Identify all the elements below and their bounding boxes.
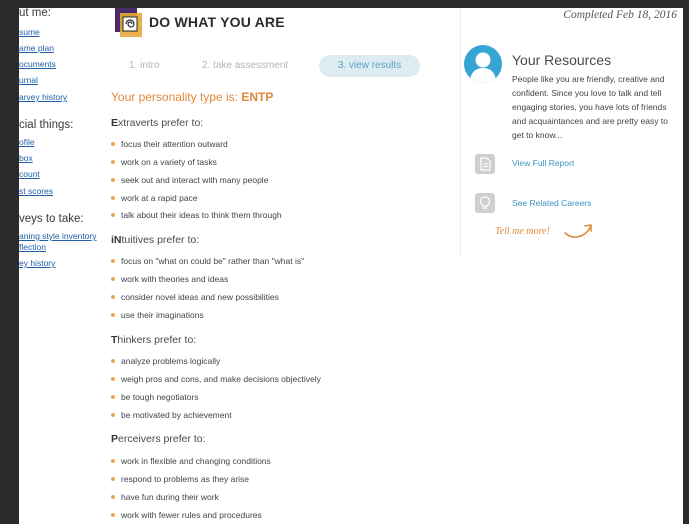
sidebar-link-account[interactable]: count (19, 169, 40, 179)
list-item: respond to problems as they arise (111, 474, 249, 484)
list-item-text: weigh pros and cons, and make decisions … (121, 374, 321, 384)
list-item: work on a variety of tasks (111, 157, 217, 167)
bullet-icon (111, 195, 115, 200)
list-item: work in flexible and changing conditions (111, 456, 271, 466)
section-initial: iN (111, 234, 122, 246)
list-item: focus their attention outward (111, 139, 228, 149)
list-item-text: work with theories and ideas (121, 274, 229, 284)
personality-type: Your personality type is: ENTP (111, 90, 273, 104)
sidebar-link-profile[interactable]: ofile (19, 137, 35, 147)
list-item-text: consider novel ideas and new possibiliti… (121, 292, 279, 302)
see-related-careers-link[interactable]: See Related Careers (512, 198, 591, 208)
bullet-icon (111, 177, 115, 182)
list-item-text: focus their attention outward (121, 139, 228, 149)
bullet-icon (111, 258, 115, 263)
section-heading-intuitives: iNtuitives prefer to: (111, 234, 199, 246)
bullet-icon (111, 412, 115, 417)
list-item-text: have fun during their work (121, 492, 219, 502)
sidebar-head-surveys: veys to take: (19, 213, 84, 225)
bullet-icon (111, 294, 115, 299)
bullet-icon (111, 376, 115, 381)
list-item: weigh pros and cons, and make decisions … (111, 374, 321, 384)
bullet-icon (111, 159, 115, 164)
sidebar-head-social: cial things: (19, 119, 74, 131)
document-icon[interactable] (475, 154, 495, 174)
bullet-icon (111, 358, 115, 363)
list-item: have fun during their work (111, 492, 219, 502)
sidebar-link-documents[interactable]: ocuments (19, 59, 56, 69)
arrow-icon (564, 224, 592, 238)
bullet-icon (111, 312, 115, 317)
bullet-icon (111, 212, 115, 217)
section-rest: erceivers prefer to: (118, 433, 206, 445)
step-view-results[interactable]: 3. view results (319, 55, 420, 77)
section-rest: hinkers prefer to: (117, 334, 197, 346)
list-item-text: use their imaginations (121, 310, 204, 320)
list-item-text: work on a variety of tasks (121, 157, 217, 167)
list-item-text: talk about their ideas to think them thr… (121, 210, 282, 220)
bullet-icon (111, 476, 115, 481)
list-item-text: respond to problems as they arise (121, 474, 250, 484)
list-item: seek out and interact with many people (111, 175, 268, 185)
sidebar-link-test-scores[interactable]: st scores (19, 186, 53, 196)
list-item: be tough negotiators (111, 392, 199, 402)
section-rest: tuitives prefer to: (121, 234, 200, 246)
list-item-text: be motivated by achievement (121, 410, 232, 420)
list-item: work at a rapid pace (111, 193, 198, 203)
bullet-icon (111, 458, 115, 463)
page: ut me: sume ame plan ocuments urnal arve… (19, 8, 683, 524)
bullet-icon (111, 141, 115, 146)
sidebar-link-inbox[interactable]: box (19, 153, 33, 163)
sidebar-link-learning-style[interactable]: aning style inventory (19, 231, 97, 241)
sidebar-head-about: ut me: (19, 8, 51, 19)
logo-mark-icon (115, 8, 142, 37)
sidebar-link-key-history[interactable]: ey history (19, 258, 55, 268)
logo[interactable]: DO WHAT YOU ARE (115, 8, 285, 38)
list-item-text: work in flexible and changing conditions (121, 456, 271, 466)
section-heading-perceivers: Perceivers prefer to: (111, 433, 206, 445)
list-item-text: work at a rapid pace (121, 193, 198, 203)
step-take-assessment[interactable]: 2. take assessment (202, 55, 288, 77)
logo-text: DO WHAT YOU ARE (149, 14, 285, 30)
resources-title: Your Resources (512, 52, 612, 68)
section-heading-extraverts: Extraverts prefer to: (111, 117, 203, 129)
list-item: consider novel ideas and new possibiliti… (111, 292, 279, 302)
list-item-text: analyze problems logically (121, 356, 221, 366)
list-item-text: work with fewer rules and procedures (121, 510, 262, 520)
bullet-icon (111, 394, 115, 399)
resources-description: People like you are friendly, creative a… (512, 74, 668, 140)
section-initial: P (111, 433, 119, 445)
sidebar-link-reflection[interactable]: flection (19, 242, 46, 252)
sidebar: ut me: sume ame plan ocuments urnal arve… (19, 8, 107, 298)
view-full-report-link[interactable]: View Full Report (512, 158, 574, 168)
section-rest: xtraverts prefer to: (118, 117, 204, 129)
sidebar-link-journal[interactable]: urnal (19, 75, 38, 85)
sidebar-link-game-plan[interactable]: ame plan (19, 43, 54, 53)
avatar-icon (464, 45, 502, 83)
panel-divider (460, 8, 461, 256)
list-item: be motivated by achievement (111, 410, 232, 420)
personality-code: ENTP (241, 90, 274, 104)
sidebar-link-resume[interactable]: sume (19, 27, 40, 37)
list-item: use their imaginations (111, 310, 204, 320)
step-intro[interactable]: 1. intro (129, 55, 160, 77)
bullet-icon (111, 494, 115, 499)
bullet-icon (111, 512, 115, 517)
list-item: focus on "what on could be" rather than … (111, 256, 304, 266)
lightbulb-icon[interactable] (475, 193, 495, 213)
list-item-text: be tough negotiators (121, 392, 199, 402)
list-item: work with fewer rules and procedures (111, 510, 262, 520)
tell-me-more-link[interactable]: Tell me more! (495, 226, 550, 237)
personality-label: Your personality type is: (111, 90, 238, 104)
bullet-icon (111, 276, 115, 281)
list-item: analyze problems logically (111, 356, 220, 366)
list-item: work with theories and ideas (111, 274, 228, 284)
completed-date: Completed Feb 18, 2016 (563, 9, 677, 21)
sidebar-link-survey-history[interactable]: arvey history (19, 92, 67, 102)
section-initial: E (111, 117, 119, 129)
list-item: talk about their ideas to think them thr… (111, 210, 282, 220)
list-item-text: seek out and interact with many people (121, 175, 269, 185)
section-heading-thinkers: Thinkers prefer to: (111, 334, 196, 346)
list-item-text: focus on "what on could be" rather than … (121, 256, 305, 266)
